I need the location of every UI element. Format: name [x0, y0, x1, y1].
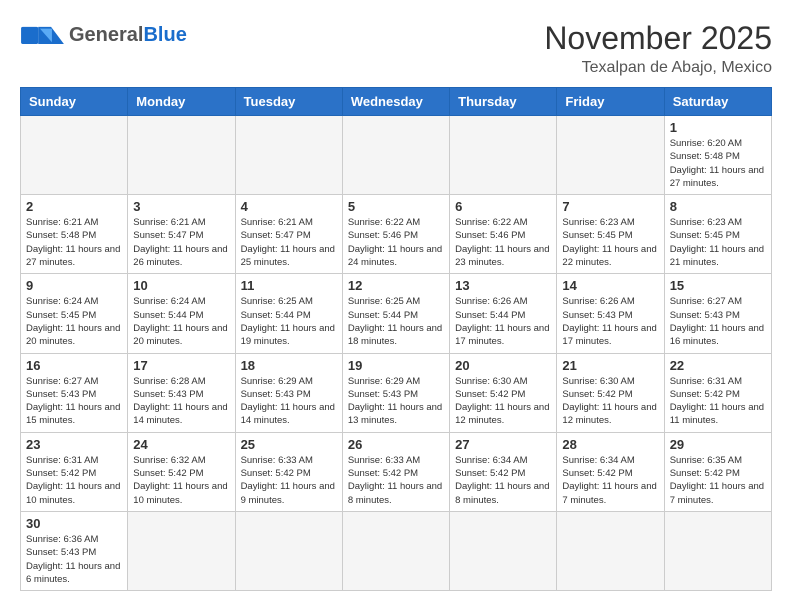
logo: GeneralBlue: [20, 20, 187, 50]
title-block: November 2025 Texalpan de Abajo, Mexico: [544, 20, 772, 77]
day-1-info: Sunrise: 6:20 AM Sunset: 5:48 PM Dayligh…: [670, 137, 766, 190]
calendar-row-2: 2 Sunrise: 6:21 AMSunset: 5:48 PMDayligh…: [21, 195, 772, 274]
calendar-row-5: 23 Sunrise: 6:31 AMSunset: 5:42 PMDaylig…: [21, 432, 772, 511]
cell-day-8: 8 Sunrise: 6:23 AMSunset: 5:45 PMDayligh…: [664, 195, 771, 274]
header-thursday: Thursday: [450, 88, 557, 116]
cell-day-14: 14 Sunrise: 6:26 AMSunset: 5:43 PMDaylig…: [557, 274, 664, 353]
cell-day-5: 5 Sunrise: 6:22 AMSunset: 5:46 PMDayligh…: [342, 195, 449, 274]
cell-day-10: 10 Sunrise: 6:24 AMSunset: 5:44 PMDaylig…: [128, 274, 235, 353]
cell-day-13: 13 Sunrise: 6:26 AMSunset: 5:44 PMDaylig…: [450, 274, 557, 353]
cell-day-19: 19 Sunrise: 6:29 AMSunset: 5:43 PMDaylig…: [342, 353, 449, 432]
cell-day-4: 4 Sunrise: 6:21 AMSunset: 5:47 PMDayligh…: [235, 195, 342, 274]
calendar-row-4: 16 Sunrise: 6:27 AMSunset: 5:43 PMDaylig…: [21, 353, 772, 432]
cell-empty-7: [128, 511, 235, 590]
cell-day-17: 17 Sunrise: 6:28 AMSunset: 5:43 PMDaylig…: [128, 353, 235, 432]
month-title: November 2025: [544, 20, 772, 57]
cell-day-6: 6 Sunrise: 6:22 AMSunset: 5:46 PMDayligh…: [450, 195, 557, 274]
cell-day-23: 23 Sunrise: 6:31 AMSunset: 5:42 PMDaylig…: [21, 432, 128, 511]
cell-day-21: 21 Sunrise: 6:30 AMSunset: 5:42 PMDaylig…: [557, 353, 664, 432]
cell-day-15: 15 Sunrise: 6:27 AMSunset: 5:43 PMDaylig…: [664, 274, 771, 353]
cell-day-24: 24 Sunrise: 6:32 AMSunset: 5:42 PMDaylig…: [128, 432, 235, 511]
header-sunday: Sunday: [21, 88, 128, 116]
cell-day-20: 20 Sunrise: 6:30 AMSunset: 5:42 PMDaylig…: [450, 353, 557, 432]
cell-empty-9: [342, 511, 449, 590]
header-wednesday: Wednesday: [342, 88, 449, 116]
header-tuesday: Tuesday: [235, 88, 342, 116]
cell-day-7: 7 Sunrise: 6:23 AMSunset: 5:45 PMDayligh…: [557, 195, 664, 274]
logo-icon: [20, 20, 65, 50]
cell-day-9: 9 Sunrise: 6:24 AMSunset: 5:45 PMDayligh…: [21, 274, 128, 353]
cell-day-18: 18 Sunrise: 6:29 AMSunset: 5:43 PMDaylig…: [235, 353, 342, 432]
calendar-row-1: 1 Sunrise: 6:20 AM Sunset: 5:48 PM Dayli…: [21, 116, 772, 195]
cell-empty-1: [21, 116, 128, 195]
cell-day-12: 12 Sunrise: 6:25 AMSunset: 5:44 PMDaylig…: [342, 274, 449, 353]
cell-empty-10: [450, 511, 557, 590]
cell-empty-11: [557, 511, 664, 590]
header-monday: Monday: [128, 88, 235, 116]
cell-day-16: 16 Sunrise: 6:27 AMSunset: 5:43 PMDaylig…: [21, 353, 128, 432]
cell-day-22: 22 Sunrise: 6:31 AMSunset: 5:42 PMDaylig…: [664, 353, 771, 432]
cell-empty-12: [664, 511, 771, 590]
cell-day-27: 27 Sunrise: 6:34 AMSunset: 5:42 PMDaylig…: [450, 432, 557, 511]
cell-day-26: 26 Sunrise: 6:33 AMSunset: 5:42 PMDaylig…: [342, 432, 449, 511]
cell-empty-3: [235, 116, 342, 195]
cell-day-3: 3 Sunrise: 6:21 AMSunset: 5:47 PMDayligh…: [128, 195, 235, 274]
cell-empty-4: [342, 116, 449, 195]
cell-empty-5: [450, 116, 557, 195]
cell-empty-2: [128, 116, 235, 195]
header-friday: Friday: [557, 88, 664, 116]
cell-day-29: 29 Sunrise: 6:35 AMSunset: 5:42 PMDaylig…: [664, 432, 771, 511]
logo-text: GeneralBlue: [69, 24, 187, 47]
cell-day-1: 1 Sunrise: 6:20 AM Sunset: 5:48 PM Dayli…: [664, 116, 771, 195]
cell-day-2: 2 Sunrise: 6:21 AMSunset: 5:48 PMDayligh…: [21, 195, 128, 274]
page-header: GeneralBlue November 2025 Texalpan de Ab…: [20, 20, 772, 77]
cell-day-28: 28 Sunrise: 6:34 AMSunset: 5:42 PMDaylig…: [557, 432, 664, 511]
calendar-table: Sunday Monday Tuesday Wednesday Thursday…: [20, 87, 772, 591]
cell-day-11: 11 Sunrise: 6:25 AMSunset: 5:44 PMDaylig…: [235, 274, 342, 353]
cell-empty-6: [557, 116, 664, 195]
calendar-row-3: 9 Sunrise: 6:24 AMSunset: 5:45 PMDayligh…: [21, 274, 772, 353]
cell-day-30: 30 Sunrise: 6:36 AMSunset: 5:43 PMDaylig…: [21, 511, 128, 590]
header-saturday: Saturday: [664, 88, 771, 116]
location-title: Texalpan de Abajo, Mexico: [544, 59, 772, 77]
calendar-row-6: 30 Sunrise: 6:36 AMSunset: 5:43 PMDaylig…: [21, 511, 772, 590]
cell-day-25: 25 Sunrise: 6:33 AMSunset: 5:42 PMDaylig…: [235, 432, 342, 511]
cell-empty-8: [235, 511, 342, 590]
